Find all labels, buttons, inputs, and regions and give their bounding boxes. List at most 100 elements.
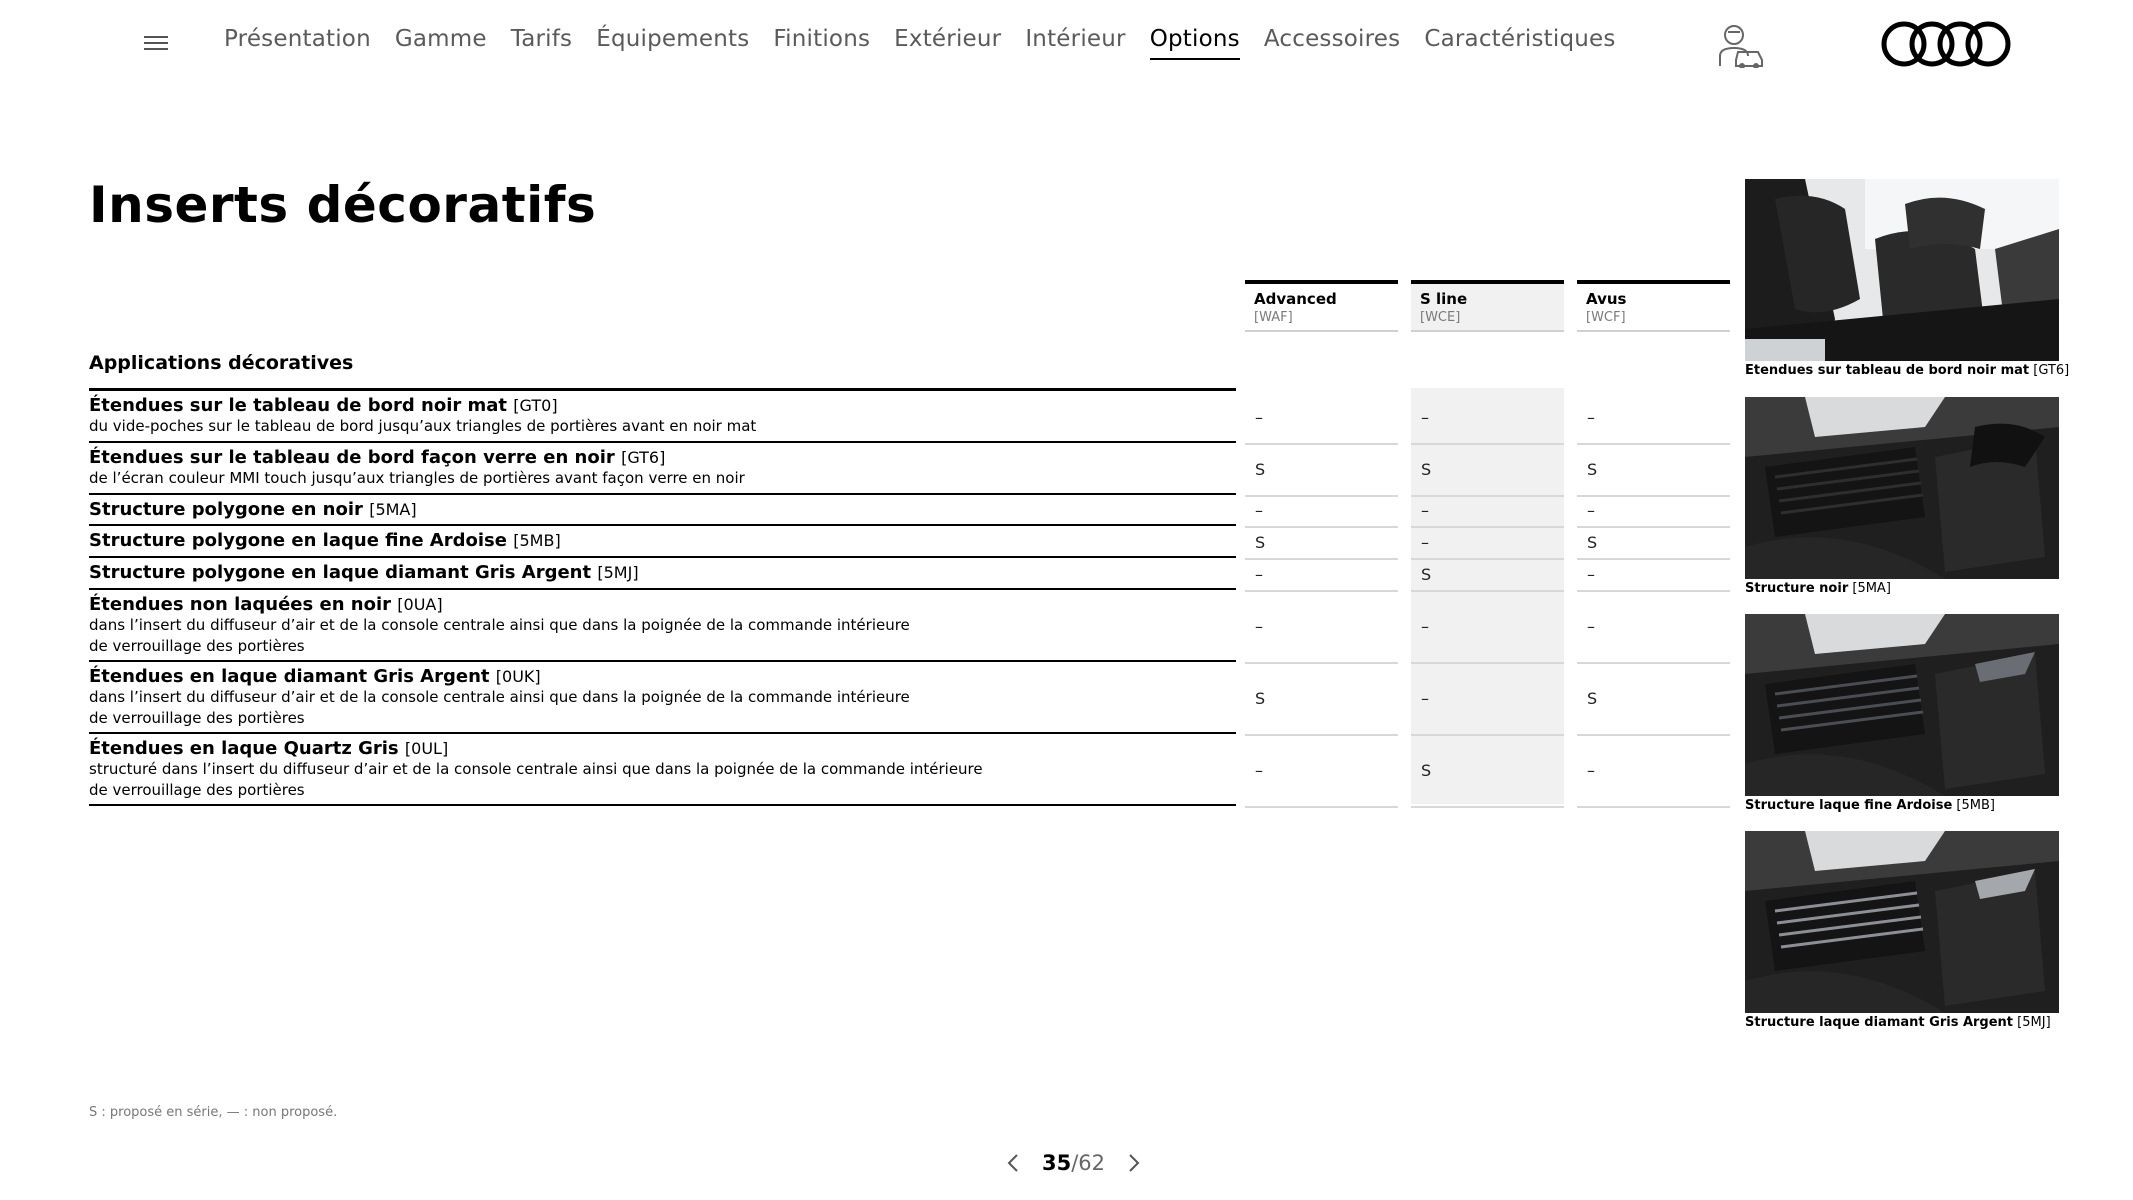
availability-cell: S — [1577, 526, 1730, 560]
section-title: Applications décoratives — [89, 352, 354, 374]
nav-item--quipements[interactable]: Équipements — [596, 26, 749, 60]
nav-item-options[interactable]: Options — [1149, 26, 1240, 60]
option-name: Étendues sur le tableau de bord façon ve… — [89, 447, 615, 468]
availability-cell: – — [1245, 391, 1398, 445]
image-caption: Structure noir [5MA] — [1745, 581, 1891, 596]
availability-cell: S — [1245, 443, 1398, 497]
availability-cell: – — [1411, 662, 1564, 736]
column-code: [WCF] — [1586, 310, 1626, 325]
hamburger-menu-icon[interactable] — [144, 36, 168, 52]
dashboard-vent-image — [1745, 397, 2059, 579]
image-caption: Structure laque diamant Gris Argent [5MJ… — [1745, 1015, 2051, 1030]
availability-cell: – — [1577, 495, 1730, 528]
image-caption: Etendues sur tableau de bord noir mat [G… — [1745, 363, 2069, 378]
column-header-avus: Avus [WCF] — [1577, 280, 1730, 332]
pagination: 35/62 — [998, 1148, 1149, 1178]
chevron-right-icon[interactable] — [1119, 1148, 1149, 1178]
availability-cell: – — [1577, 391, 1730, 445]
availability-cell: S — [1577, 443, 1730, 497]
nav-item-tarifs[interactable]: Tarifs — [511, 26, 572, 60]
row-title: Structure polygone en laque fine Ardoise… — [89, 530, 1236, 551]
row-title: Étendues sur le tableau de bord façon ve… — [89, 447, 1236, 468]
option-name: Étendues en laque diamant Gris Argent — [89, 666, 490, 687]
column-header-s-line: S line [WCE] — [1411, 280, 1564, 332]
image-caption: Structure laque fine Ardoise [5MB] — [1745, 798, 1995, 813]
option-code: [5MB] — [513, 531, 561, 550]
availability-cell: – — [1245, 558, 1398, 592]
row-title: Structure polygone en noir [5MA] — [89, 499, 1236, 520]
table-row: Étendues en laque diamant Gris Argent [0… — [89, 662, 1236, 734]
nav-item-caract-ristiques[interactable]: Caractéristiques — [1424, 26, 1615, 60]
option-description: dans l’insert du diffuseur d’air et de l… — [89, 616, 910, 634]
availability-cell: S — [1245, 662, 1398, 736]
option-description: de l’écran couleur MMI touch jusqu’aux t… — [89, 469, 745, 487]
audi-rings-logo[interactable] — [1880, 20, 2014, 68]
availability-cell: – — [1577, 734, 1730, 808]
option-code: [0UA] — [397, 595, 443, 614]
option-name: Étendues sur le tableau de bord noir mat — [89, 395, 508, 416]
column-name: Advanced — [1254, 290, 1337, 308]
nav-item-finitions[interactable]: Finitions — [773, 26, 870, 60]
caption-title: Etendues sur tableau de bord noir mat — [1745, 363, 2030, 378]
column-code: [WAF] — [1254, 310, 1293, 325]
option-code: [GT0] — [513, 396, 558, 415]
configurator-icon[interactable] — [1712, 22, 1764, 69]
table-row: Structure polygone en laque fine Ardoise… — [89, 526, 1236, 558]
availability-cell: S — [1411, 734, 1564, 808]
caption-title: Structure laque diamant Gris Argent — [1745, 1015, 2014, 1030]
availability-cell: – — [1411, 590, 1564, 664]
table-row: Étendues en laque Quartz Gris [0UL] struc… — [89, 734, 1236, 806]
caption-title: Structure noir — [1745, 581, 1849, 596]
caption-code: [5MB] — [1956, 798, 1995, 813]
nav-item-ext-rieur[interactable]: Extérieur — [894, 26, 1001, 60]
availability-cell: S — [1577, 662, 1730, 736]
row-title: Étendues en laque Quartz Gris [0UL] — [89, 738, 1236, 759]
caption-code: [5MA] — [1852, 581, 1891, 596]
dashboard-vent-image — [1745, 831, 2059, 1013]
option-code: [5MA] — [369, 500, 417, 519]
caption-code: [5MJ] — [2017, 1015, 2051, 1030]
option-description: de verrouillage des portières — [89, 709, 305, 727]
legend-note: S : proposé en série, — : non proposé. — [89, 1105, 338, 1120]
caption-title: Structure laque fine Ardoise — [1745, 798, 1953, 813]
option-code: [0UL] — [404, 739, 449, 758]
availability-cell: – — [1411, 495, 1564, 528]
availability-cell: – — [1245, 590, 1398, 664]
option-code: [GT6] — [621, 448, 666, 467]
chevron-left-icon[interactable] — [998, 1148, 1028, 1178]
car-interior-seats-image — [1745, 179, 2059, 361]
nav-links: Présentation Gamme Tarifs Équipements Finiti… — [224, 26, 1640, 60]
availability-cell: S — [1245, 526, 1398, 560]
nav-item-gamme[interactable]: Gamme — [395, 26, 487, 60]
page-indicator: 35/62 — [1042, 1151, 1105, 1175]
option-description: structuré dans l’insert du diffuseur d’a… — [89, 760, 983, 778]
nav-item-pr-sentation[interactable]: Présentation — [224, 26, 371, 60]
column-name: Avus — [1586, 290, 1627, 308]
availability-cell: – — [1577, 590, 1730, 664]
page-total: /62 — [1071, 1151, 1106, 1175]
table-row: Étendues sur le tableau de bord façon ve… — [89, 443, 1236, 495]
availability-cell: S — [1411, 443, 1564, 497]
row-title: Étendues en laque diamant Gris Argent [0… — [89, 666, 1236, 687]
table-row: Structure polygone en noir [5MA] — [89, 495, 1236, 526]
dashboard-vent-image — [1745, 614, 2059, 796]
availability-cell: – — [1577, 558, 1730, 592]
availability-cell: S — [1411, 558, 1564, 592]
nav-item-int-rieur[interactable]: Intérieur — [1025, 26, 1125, 60]
option-name: Structure polygone en laque diamant Gris… — [89, 562, 592, 583]
table-row: Étendues sur le tableau de bord noir mat… — [89, 391, 1236, 443]
column-code: [WCE] — [1420, 310, 1461, 325]
page-current: 35 — [1042, 1151, 1072, 1175]
option-code: [5MJ] — [597, 563, 639, 582]
option-name: Structure polygone en noir — [89, 499, 363, 520]
option-code: [0UK] — [495, 667, 541, 686]
option-name: Étendues en laque Quartz Gris — [89, 738, 399, 759]
row-title: Structure polygone en laque diamant Gris… — [89, 562, 1236, 583]
option-description: de verrouillage des portières — [89, 637, 305, 655]
nav-item-accessoires[interactable]: Accessoires — [1264, 26, 1400, 60]
table-row: Structure polygone en laque diamant Gris… — [89, 558, 1236, 590]
availability-cell: – — [1411, 526, 1564, 560]
top-navigation: Présentation Gamme Tarifs Équipements Finiti… — [0, 0, 2133, 88]
option-name: Structure polygone en laque fine Ardoise — [89, 530, 507, 551]
option-name: Étendues non laquées en noir — [89, 594, 392, 615]
